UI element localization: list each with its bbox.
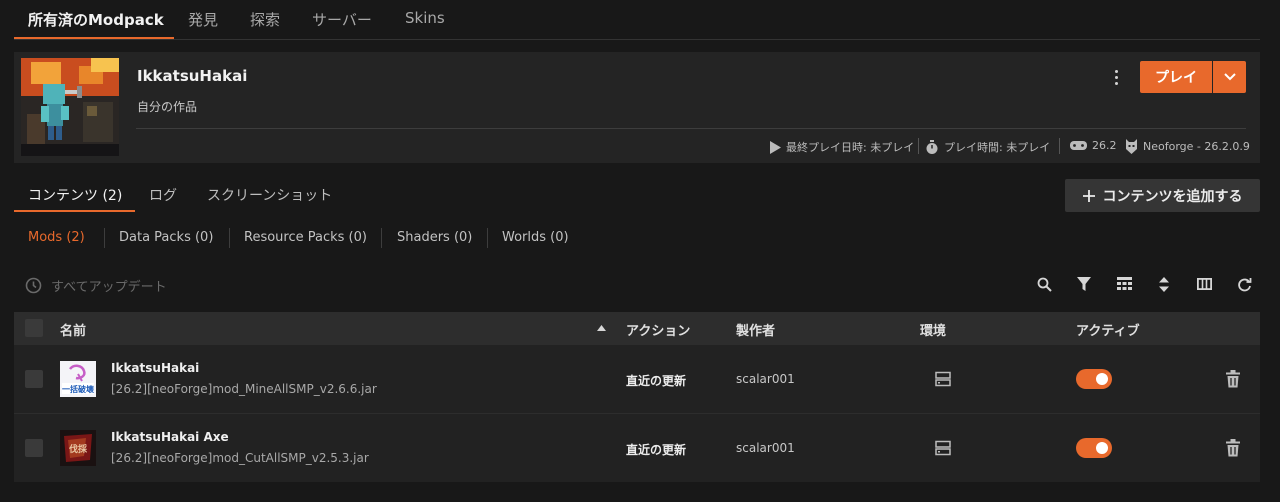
active-content-tab-indicator [14,210,135,212]
search-icon[interactable] [1033,274,1055,294]
mod-filename: [26.2][neoForge]mod_CutAllSMP_v2.5.3.jar [111,451,369,465]
stopwatch-icon [926,139,938,154]
active-tab-indicator [14,37,174,39]
filter-separator [104,228,105,248]
tab-skins[interactable]: Skins [405,9,445,27]
recent-update-action[interactable]: 直近の更新 [626,441,686,458]
table-row: 伐採 IkkatsuHakai Axe [26.2][neoForge]mod_… [14,414,1260,482]
header-name[interactable]: 名前 [60,320,86,339]
row-checkbox[interactable] [25,439,43,457]
filter-resource-packs[interactable]: Resource Packs (0) [244,230,367,245]
filter-mods[interactable]: Mods (2) [28,230,85,245]
modpack-title: IkkatsuHakai [137,67,248,85]
last-played-text: 最終プレイ日時: 未プレイ [786,141,915,154]
play-triangle-icon [770,140,781,154]
recent-update-action[interactable]: 直近の更新 [626,372,686,389]
mod-icon: 一括破壊 [60,361,96,397]
add-content-button[interactable]: コンテンツを追加する [1065,179,1260,212]
loader-info: Neoforge - 26.2.0.9 [1125,139,1250,154]
filter-separator [487,228,488,248]
filter-icon[interactable] [1073,274,1095,294]
trash-icon[interactable] [1225,370,1241,388]
chevron-down-icon [1223,73,1236,81]
tab-owned-modpacks[interactable]: 所有済のModpack [28,9,164,30]
tab-explore[interactable]: 探索 [250,9,280,30]
mc-version-info: 26.2 [1070,139,1117,152]
play-options-dropdown[interactable] [1213,61,1246,93]
header-author: 製作者 [736,324,776,339]
meta-separator [1059,138,1060,154]
filter-worlds[interactable]: Worlds (0) [502,230,569,245]
mod-icon: 伐採 [60,430,96,466]
mod-filename: [26.2][neoForge]mod_MineAllSMP_v2.6.6.ja… [111,382,377,396]
filter-shaders[interactable]: Shaders (0) [397,230,472,245]
meta-separator [918,138,919,154]
play-time-info: プレイ時間: 未プレイ [925,139,1050,155]
table-row: 一括破壊 IkkatsuHakai [26.2][neoForge]mod_Mi… [14,345,1260,413]
tab-contents[interactable]: コンテンツ (2) [28,185,122,205]
tab-discover[interactable]: 発見 [188,9,218,30]
sort-ascending-icon[interactable] [597,325,606,331]
play-time-text: プレイ時間: 未プレイ [944,141,1051,154]
tab-servers[interactable]: サーバー [312,9,372,30]
gamepad-icon [1070,141,1087,150]
columns-icon[interactable] [1193,274,1215,294]
row-checkbox[interactable] [25,370,43,388]
server-icon [935,371,951,387]
add-content-label: コンテンツを追加する [1102,188,1243,205]
tab-screenshots[interactable]: スクリーンショット [207,185,332,205]
mod-name: IkkatsuHakai Axe [111,430,229,444]
update-all-label: すべてアップデート [51,280,167,295]
refresh-icon[interactable] [1233,274,1255,294]
modpack-subtitle: 自分の作品 [137,100,198,114]
header-environment: 環境 [920,324,947,339]
mods-table: 名前 アクション 製作者 環境 アクティブ 一括破壊 IkkatsuHakai … [14,312,1260,482]
grid-density-icon[interactable] [1113,274,1135,294]
history-icon [25,277,42,294]
mod-name: IkkatsuHakai [111,361,200,375]
update-all-button[interactable]: すべてアップデート [25,276,167,295]
play-button[interactable]: プレイ [1140,61,1212,93]
sort-icon[interactable] [1153,274,1175,294]
table-header: 名前 アクション 製作者 環境 アクティブ [14,312,1260,345]
mc-version-text: 26.2 [1092,139,1117,152]
filter-separator [381,228,382,248]
server-icon [935,440,951,456]
modpack-thumbnail [21,58,119,156]
mod-author[interactable]: scalar001 [736,441,795,455]
header-action: アクション [626,324,691,339]
trash-icon[interactable] [1225,439,1241,457]
filter-separator [229,228,230,248]
divider [136,128,1246,129]
header-active: アクティブ [1076,324,1140,339]
modpack-header-card: IkkatsuHakai 自分の作品 プレイ 最終プレイ日時: 未プレイ プレイ… [14,52,1260,163]
neoforge-icon [1126,139,1137,154]
mod-icon-text: 一括破壊 [62,384,95,394]
select-all-checkbox[interactable] [25,319,43,337]
filter-data-packs[interactable]: Data Packs (0) [119,230,213,245]
active-toggle[interactable] [1076,438,1112,458]
active-toggle[interactable] [1076,369,1112,389]
plus-icon [1082,189,1095,202]
tab-logs[interactable]: ログ [149,185,177,205]
mod-author[interactable]: scalar001 [736,372,795,386]
last-played-info: 最終プレイ日時: 未プレイ [770,139,914,155]
loader-text: Neoforge - 26.2.0.9 [1143,140,1250,153]
more-options-icon[interactable] [1107,66,1127,88]
mod-icon-text: 伐採 [69,443,88,455]
top-tab-bar: 所有済のModpack 発見 探索 サーバー Skins [14,0,1260,40]
